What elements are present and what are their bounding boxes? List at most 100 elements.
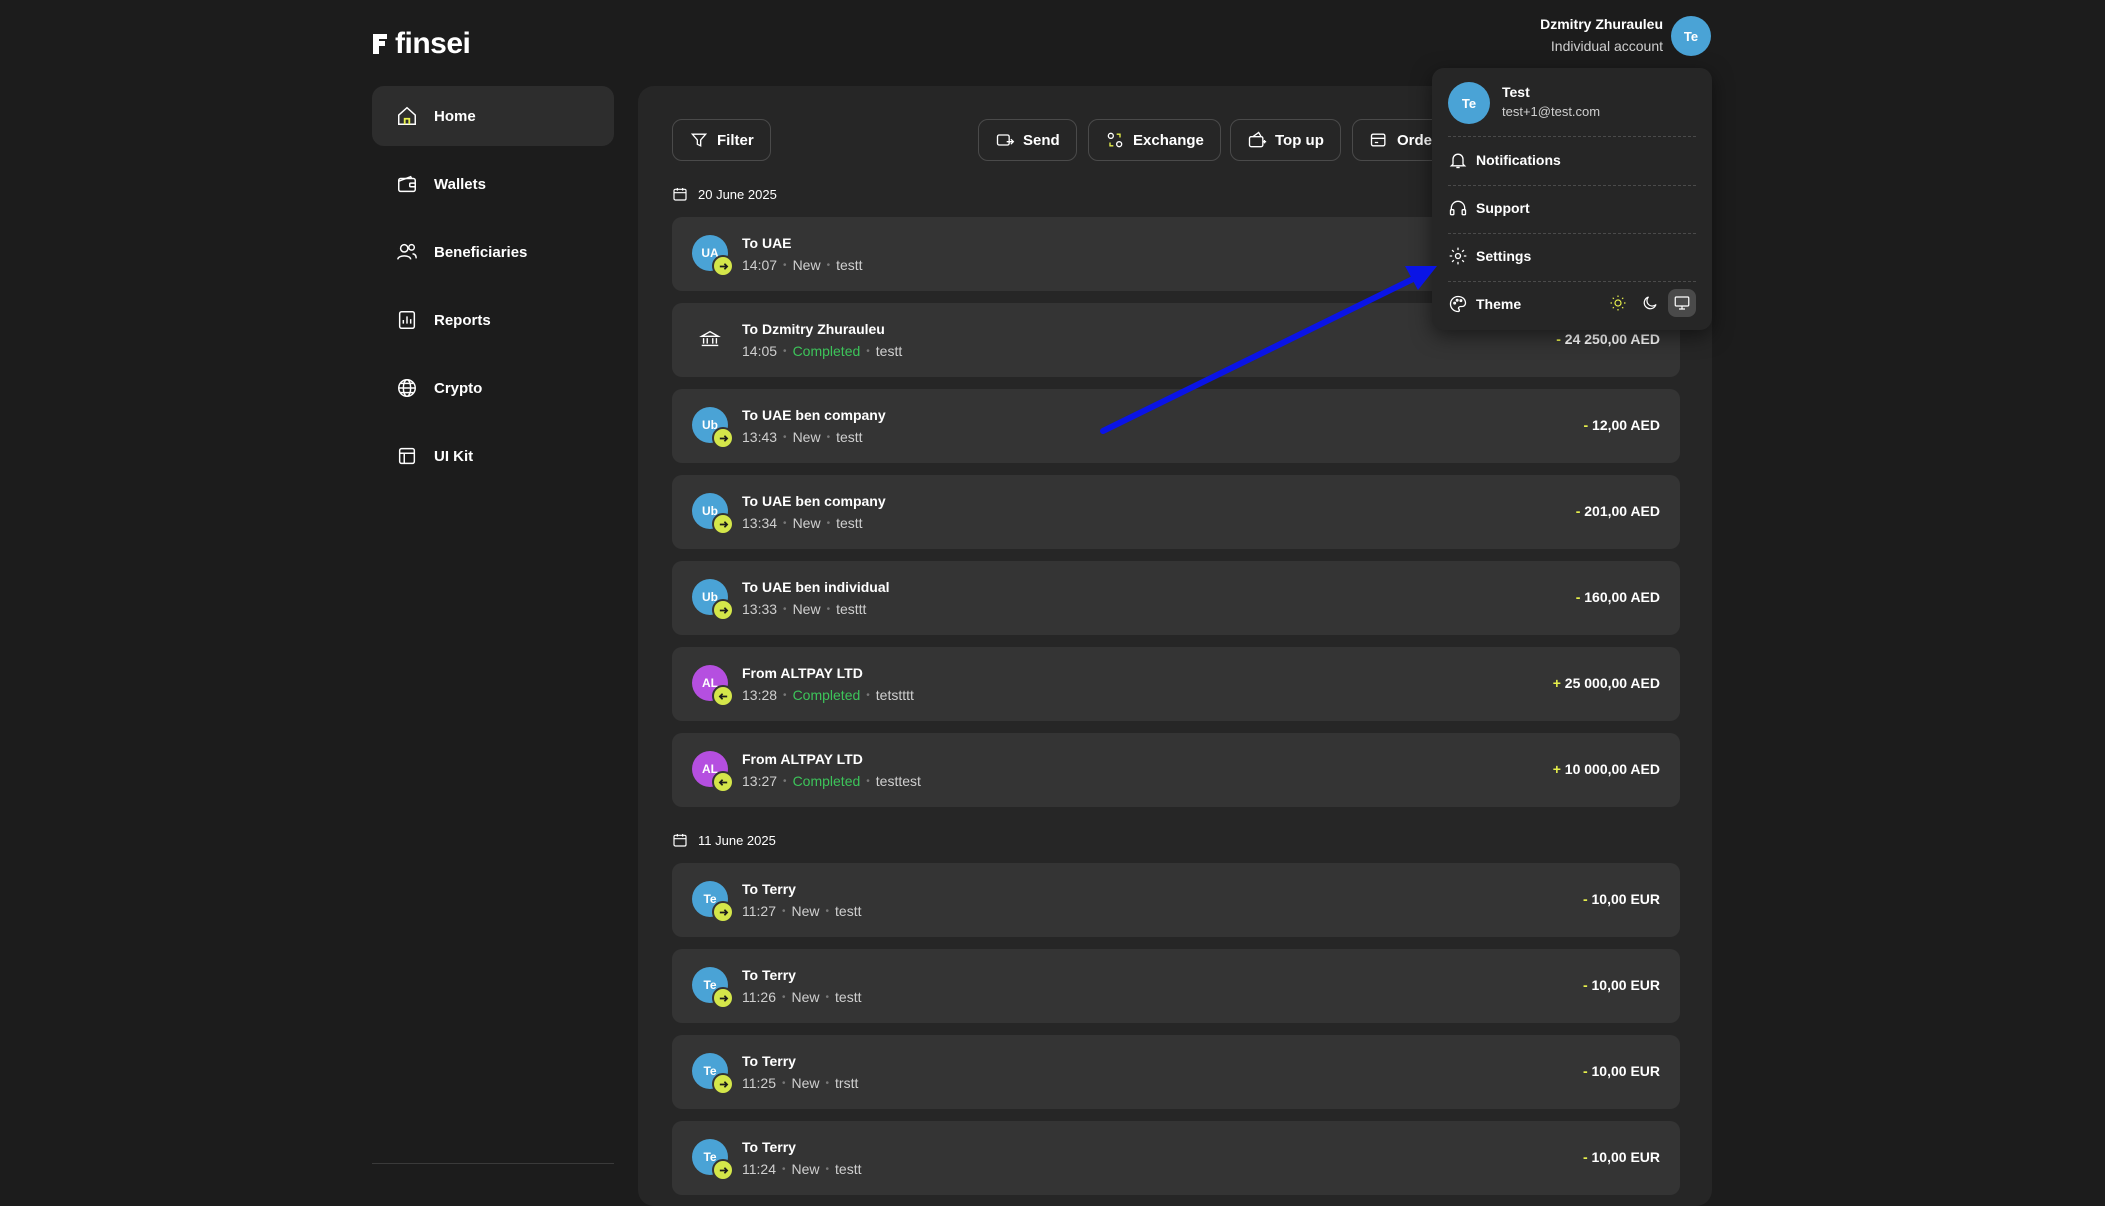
sidebar-nav: Home Wallets Beneficiaries Reports Crypt… [372, 86, 614, 494]
dropdown-divider [1448, 281, 1696, 282]
date-label: 20 June 2025 [698, 186, 777, 202]
transaction-title: To UAE [742, 235, 792, 251]
transaction-row[interactable]: AL From ALTPAY LTD 13:27 • Completed • tes… [672, 733, 1680, 807]
transaction-amount: - 24 250,00 AED [1556, 331, 1660, 347]
transaction-amount: - 10,00 EUR [1583, 1063, 1660, 1079]
amount-value: 24 250,00 AED [1560, 331, 1660, 347]
amount-value: 10,00 EUR [1587, 1063, 1661, 1079]
profile-dropdown: Te Test test+1@test.com Notifications Su… [1432, 68, 1712, 330]
transaction-amount: - 12,00 AED [1583, 417, 1660, 433]
outgoing-arrow-icon [712, 255, 734, 277]
exchange-button[interactable]: Exchange [1088, 119, 1221, 161]
transaction-note: testt [875, 343, 903, 359]
beneficiary-avatar: Ub [692, 493, 734, 535]
settings-menu-item[interactable]: Settings [1448, 238, 1696, 274]
transaction-status: New [791, 1075, 820, 1091]
layout-icon [396, 445, 418, 467]
transaction-title: To UAE ben company [742, 407, 886, 423]
beneficiary-avatar: Ub [692, 579, 734, 621]
transaction-note: testt [836, 515, 863, 531]
sidebar-item-wallets[interactable]: Wallets [372, 154, 614, 214]
transaction-time: 14:07 [742, 257, 778, 273]
transaction-time: 14:05 [742, 343, 778, 359]
top-up-icon [1248, 131, 1267, 148]
transaction-meta: 11:25 • New • trstt [742, 1075, 859, 1091]
transaction-note: testt [836, 257, 863, 273]
settings-label: Settings [1476, 248, 1532, 264]
finsei-logo[interactable]: finsei [371, 27, 471, 61]
transaction-row[interactable]: Te To Terry 11:27 • New • testt - 10,00 EU… [672, 863, 1680, 937]
amount-value: 12,00 AED [1588, 417, 1660, 433]
transaction-status: New [791, 989, 820, 1005]
transaction-row[interactable]: Ub To UAE ben company 13:43 • New • testt … [672, 389, 1680, 463]
transaction-row[interactable]: Ub To UAE ben individual 13:33 • New • tes… [672, 561, 1680, 635]
transaction-status: New [792, 515, 821, 531]
transaction-status: New [791, 1161, 820, 1177]
globe-icon [396, 377, 418, 399]
top-up-button[interactable]: Top up [1230, 119, 1341, 161]
calendar-icon [673, 834, 687, 847]
transaction-row[interactable]: AL From ALTPAY LTD 13:28 • Completed • tet… [672, 647, 1680, 721]
transaction-status: Completed [792, 343, 861, 359]
bell-icon [1449, 153, 1467, 169]
exchange-label: Exchange [1133, 131, 1204, 149]
notifications-menu-item[interactable]: Notifications [1448, 142, 1696, 178]
user-info[interactable]: Dzmitry Zhurauleu Individual account [1540, 16, 1663, 54]
transaction-note: testt [835, 903, 862, 919]
transaction-note: trstt [835, 1075, 859, 1091]
transaction-status: New [792, 429, 821, 445]
transaction-status: Completed [792, 773, 861, 789]
bank-icon [692, 321, 728, 357]
monitor-icon [1674, 296, 1690, 310]
sidebar-item-crypto[interactable]: Crypto [372, 358, 614, 418]
send-button[interactable]: Send [978, 119, 1077, 161]
filter-button[interactable]: Filter [672, 119, 771, 161]
transaction-title: From ALTPAY LTD [742, 665, 863, 681]
transaction-time: 11:26 [742, 989, 776, 1005]
palette-icon [1449, 295, 1467, 313]
beneficiary-avatar: AL [692, 665, 734, 707]
orders-icon [1370, 133, 1386, 147]
transaction-meta: 13:43 • New • testt [742, 429, 863, 445]
amount-value: 201,00 AED [1580, 503, 1660, 519]
transaction-meta: 13:33 • New • testtt [742, 601, 867, 617]
system-theme-button[interactable] [1668, 289, 1696, 317]
outgoing-arrow-icon [712, 427, 734, 449]
theme-switcher [1604, 289, 1696, 317]
date-header: 20 June 2025 [672, 186, 777, 202]
transaction-time: 11:25 [742, 1075, 776, 1091]
transaction-time: 13:28 [742, 687, 778, 703]
transaction-amount: - 10,00 EUR [1583, 891, 1660, 907]
wallet-icon [396, 173, 418, 195]
transaction-meta: 13:34 • New • testt [742, 515, 863, 531]
transaction-status: New [792, 601, 821, 617]
dropdown-user-name: Test [1502, 84, 1530, 100]
transaction-amount: + 10 000,00 AED [1553, 761, 1660, 777]
amount-value: 10,00 EUR [1587, 891, 1661, 907]
transaction-row[interactable]: Te To Terry 11:24 • New • testt - 10,00 EU… [672, 1121, 1680, 1195]
header-avatar[interactable]: Te [1671, 16, 1711, 56]
support-menu-item[interactable]: Support [1448, 190, 1696, 226]
sidebar-item-reports[interactable]: Reports [372, 290, 614, 350]
transaction-row[interactable]: Ub To UAE ben company 13:34 • New • testt … [672, 475, 1680, 549]
sidebar-item-beneficiaries[interactable]: Beneficiaries [372, 222, 614, 282]
transaction-row[interactable]: Te To Terry 11:25 • New • trstt - 10,00 EU… [672, 1035, 1680, 1109]
transaction-time: 13:34 [742, 515, 778, 531]
transaction-row[interactable]: Te To Terry 11:26 • New • testt - 10,00 EU… [672, 949, 1680, 1023]
light-theme-button[interactable] [1604, 289, 1632, 317]
sidebar-item-ui-kit[interactable]: UI Kit [372, 426, 614, 486]
transaction-note: testt [835, 1161, 862, 1177]
transaction-note: tetstttt [875, 687, 914, 703]
filter-icon [690, 133, 708, 147]
sidebar-divider [372, 1163, 614, 1164]
beneficiary-avatar: Ub [692, 407, 734, 449]
transaction-note: testtest [875, 773, 921, 789]
send-label: Send [1023, 131, 1060, 149]
beneficiary-avatar: Te [692, 1053, 734, 1095]
transaction-title: To UAE ben individual [742, 579, 890, 595]
amount-sign: + [1552, 761, 1561, 777]
home-icon [396, 105, 418, 127]
amount-value: 160,00 AED [1580, 589, 1660, 605]
sidebar-item-home[interactable]: Home [372, 86, 614, 146]
dark-theme-button[interactable] [1636, 289, 1664, 317]
